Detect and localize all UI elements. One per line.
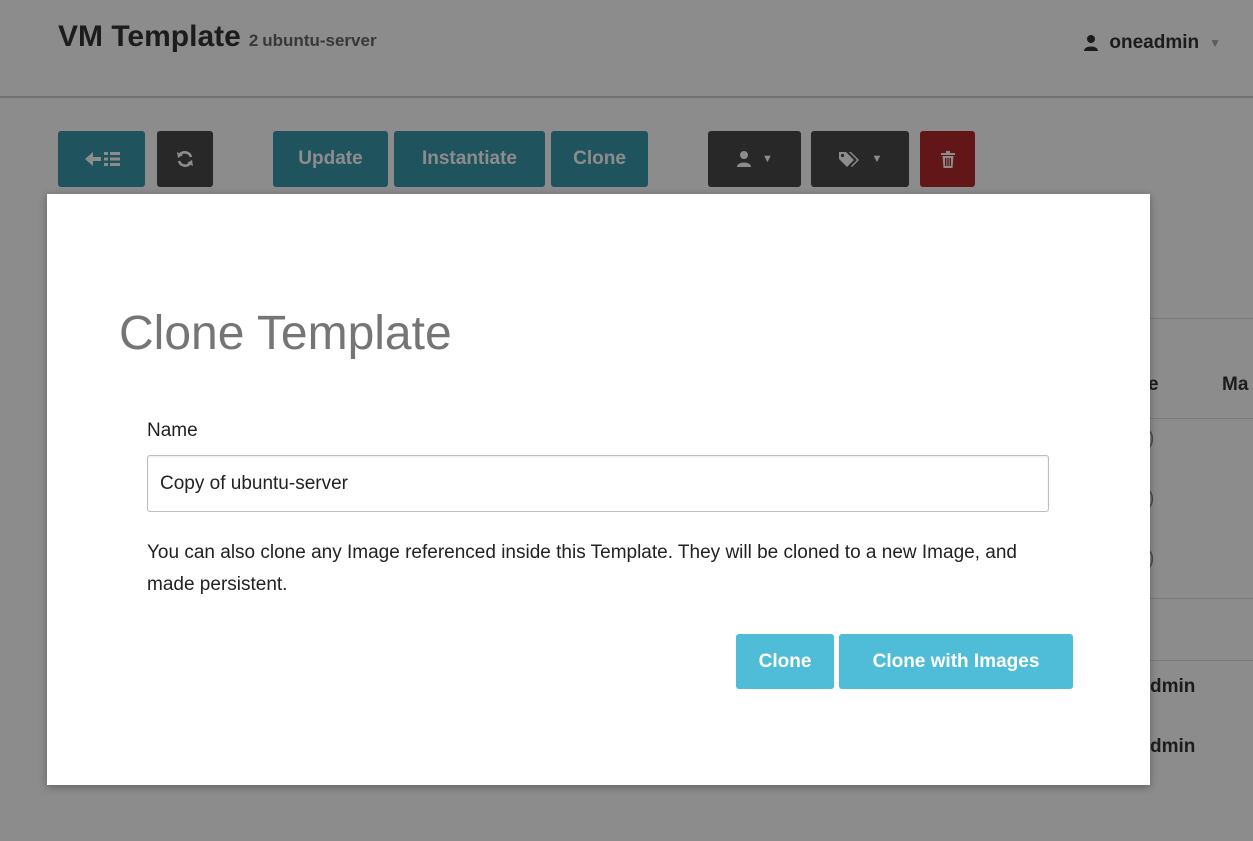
clone-confirm-button[interactable]: Clone [736, 634, 834, 689]
app-root: VM Template 2 ubuntu-server oneadmin ▼ Upd… [0, 0, 1253, 841]
help-text: You can also clone any Image referenced … [147, 542, 1017, 595]
dialog-title: Clone Template [119, 307, 452, 360]
name-input[interactable] [147, 455, 1049, 512]
clone-with-images-button[interactable]: Clone with Images [839, 634, 1073, 689]
name-label: Name [147, 420, 198, 441]
clone-template-dialog: Clone Template Name You can also clone a… [47, 194, 1150, 785]
